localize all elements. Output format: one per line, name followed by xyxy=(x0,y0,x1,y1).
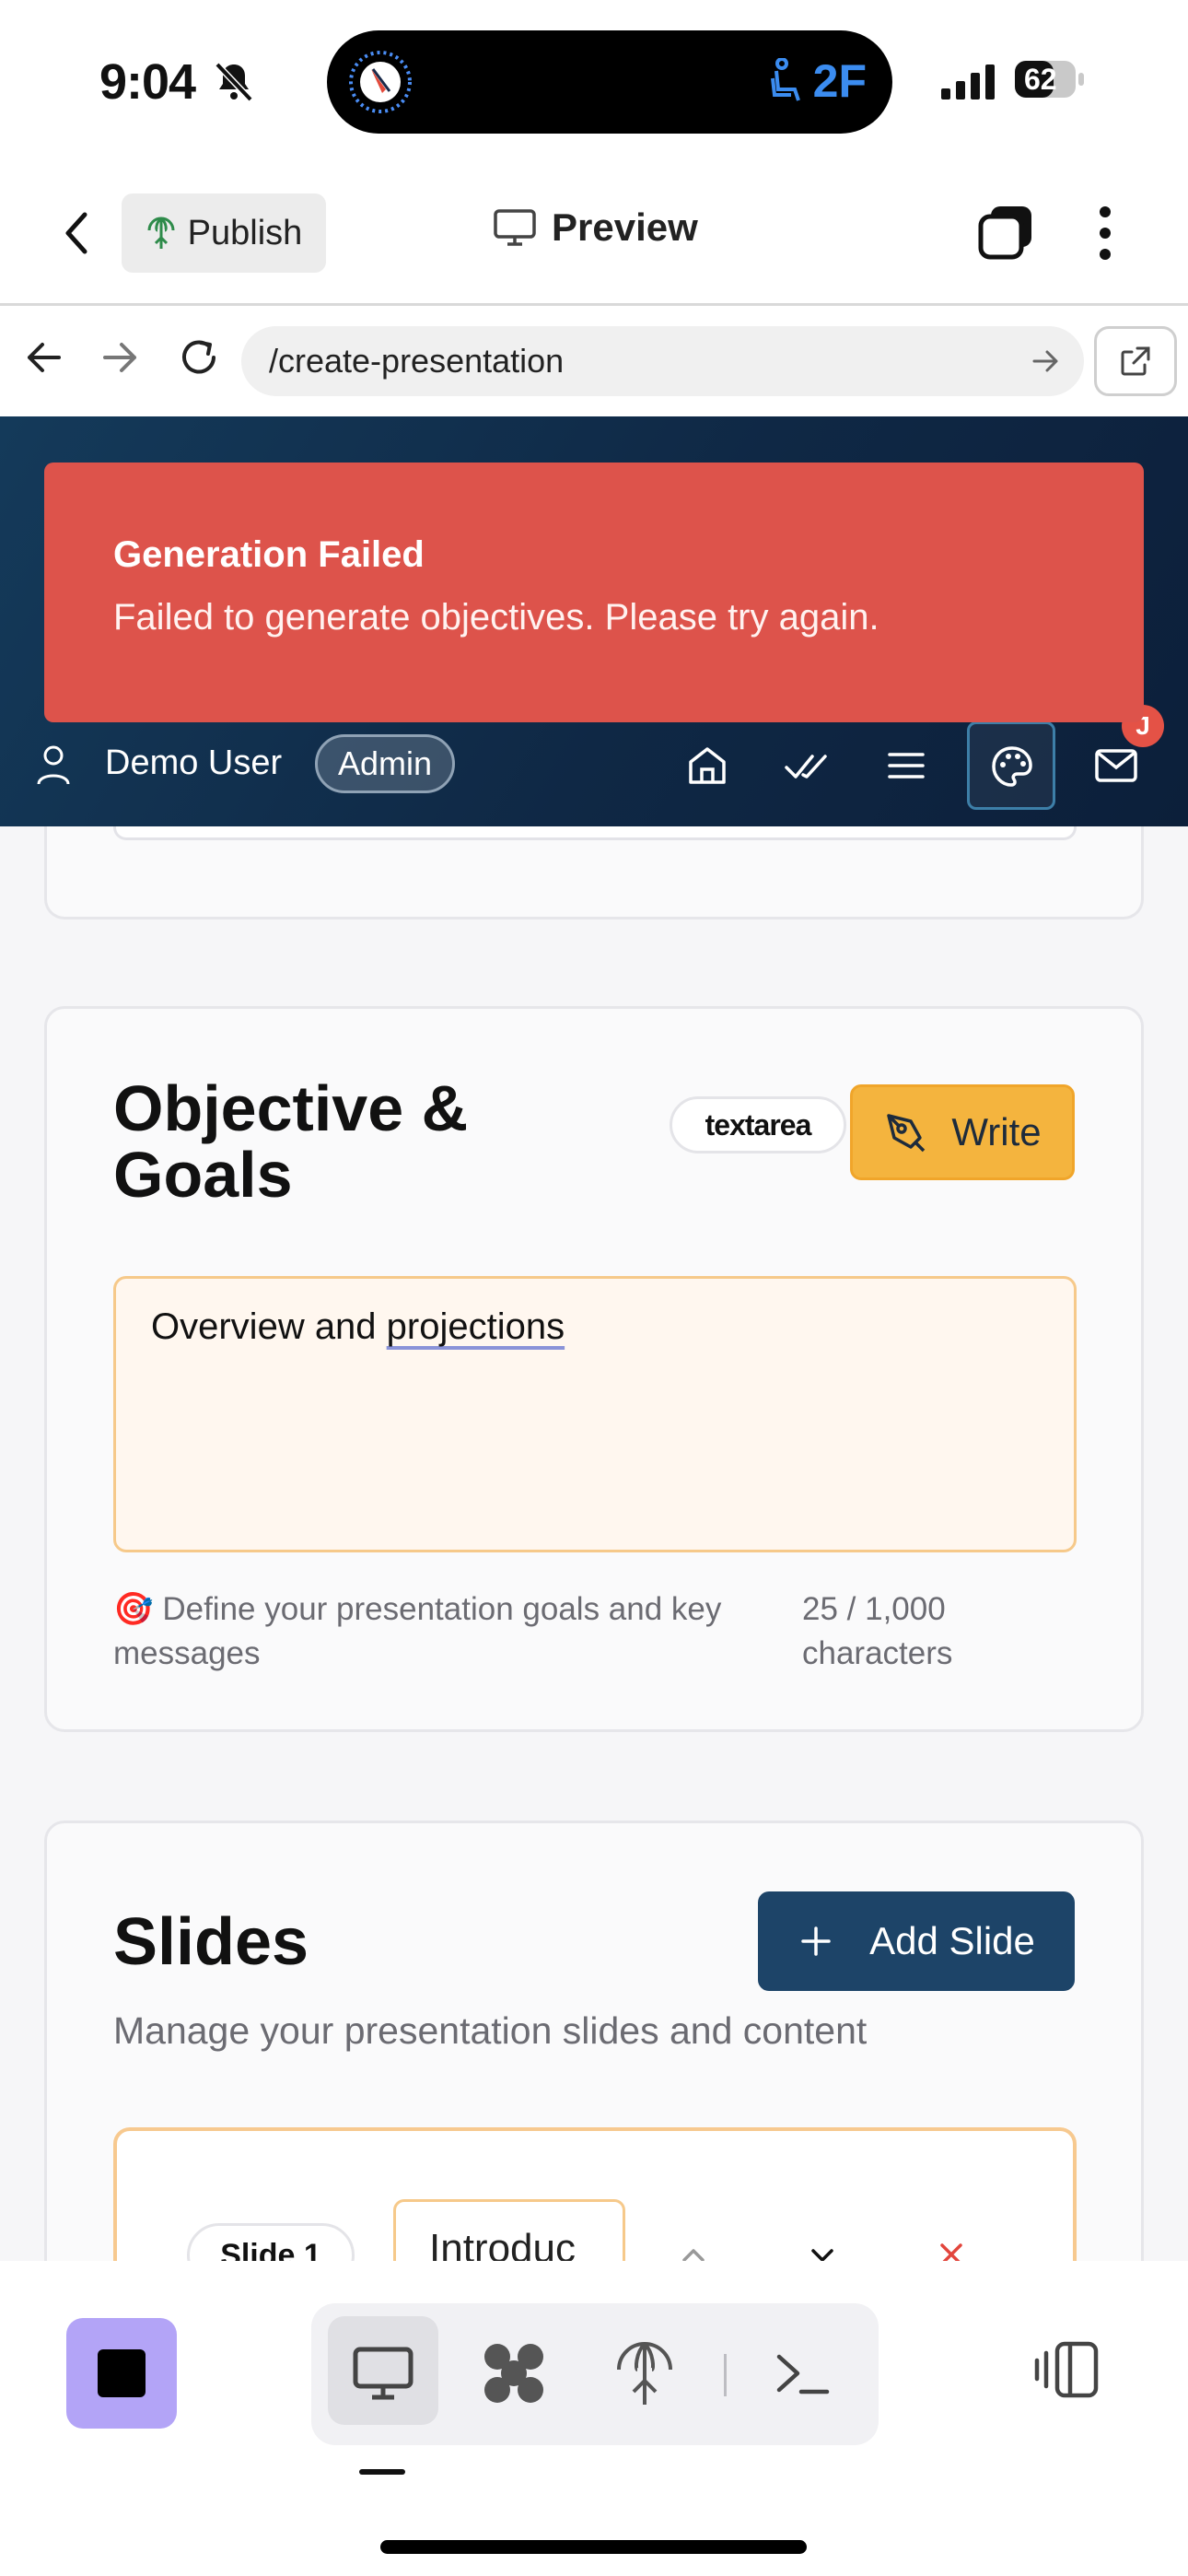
publish-button[interactable]: Publish xyxy=(122,193,326,273)
helper-text: Define your presentation goals and key m… xyxy=(113,1591,722,1671)
browser-back-icon[interactable] xyxy=(18,332,70,383)
field-type-badge: textarea xyxy=(670,1096,846,1153)
add-slide-button[interactable]: Add Slide xyxy=(758,1891,1075,1991)
url-field[interactable]: /create-presentation xyxy=(241,326,1084,396)
home-icon[interactable] xyxy=(683,742,731,790)
active-tab-indicator xyxy=(359,2469,405,2475)
spellcheck-word: projections xyxy=(386,1306,565,1347)
char-count: 25 / 1,000 characters xyxy=(802,1591,953,1671)
battery-icon: 62 xyxy=(1013,57,1087,101)
slides-title: Slides xyxy=(113,1905,309,1979)
signal-icon xyxy=(941,64,995,100)
browser-forward-icon[interactable] xyxy=(94,332,146,383)
preview-label: Preview xyxy=(552,205,698,249)
stop-icon xyxy=(98,2349,146,2397)
user-icon xyxy=(37,745,70,785)
slide-number-badge: Slide 1 xyxy=(187,2223,355,2261)
publish-icon xyxy=(147,217,175,249)
seat-icon xyxy=(770,58,800,101)
error-toast[interactable]: Generation Failed Failed to generate obj… xyxy=(44,463,1144,722)
page-content: Objective & Goals textarea Write Overvie… xyxy=(0,416,1188,2261)
objective-helper: 🎯 Define your presentation goals and key… xyxy=(113,1587,804,1676)
palette-icon xyxy=(992,746,1032,787)
objective-section: Objective & Goals textarea Write Overvie… xyxy=(44,1006,1144,1732)
double-check-icon[interactable] xyxy=(783,742,831,790)
seat-indicator: 2F xyxy=(769,54,867,108)
slides-section: Slides Add Slide Manage your presentatio… xyxy=(44,1821,1144,2261)
back-chevron-icon[interactable] xyxy=(55,207,99,259)
home-indicator xyxy=(380,2540,807,2554)
open-external-button[interactable] xyxy=(1094,326,1177,396)
go-arrow-icon[interactable] xyxy=(1029,345,1062,378)
segment-divider xyxy=(724,2354,727,2396)
delete-slide-icon[interactable] xyxy=(929,2232,973,2261)
move-up-icon[interactable] xyxy=(671,2232,716,2261)
status-bar: 9:04 2F 62 xyxy=(0,0,1188,161)
url-text: /create-presentation xyxy=(269,342,565,380)
add-slide-label: Add Slide xyxy=(869,1919,1035,1962)
stop-button[interactable] xyxy=(66,2318,177,2429)
activity-dial-icon xyxy=(349,51,412,113)
view-switcher xyxy=(311,2303,879,2445)
publish-icon[interactable] xyxy=(611,2340,678,2406)
side-panel-icon[interactable] xyxy=(1031,2338,1101,2401)
plus-icon xyxy=(801,1926,831,1956)
terminal-icon[interactable] xyxy=(770,2340,836,2406)
target-icon: 🎯 xyxy=(113,1591,154,1627)
move-down-icon[interactable] xyxy=(800,2232,844,2261)
slide-title-input[interactable]: Introduc xyxy=(393,2199,625,2261)
app-header: Publish Preview xyxy=(0,161,1188,306)
seat-label: 2F xyxy=(812,55,867,107)
user-nav-row: Demo User Admin J xyxy=(0,705,1188,817)
menu-icon[interactable] xyxy=(882,742,930,790)
silent-bell-icon xyxy=(215,62,253,102)
status-time: 9:04 xyxy=(99,54,196,110)
monitor-icon[interactable] xyxy=(350,2340,416,2406)
browser-bar: /create-presentation xyxy=(0,306,1188,416)
reload-icon[interactable] xyxy=(173,332,225,383)
more-menu-icon[interactable] xyxy=(1087,203,1124,263)
objective-textarea[interactable]: Overview and projections xyxy=(113,1276,1077,1552)
user-name: Demo User xyxy=(105,744,283,782)
external-link-icon xyxy=(1121,346,1150,376)
slides-subtitle: Manage your presentation slides and cont… xyxy=(113,2009,868,2052)
monitor-icon xyxy=(494,209,536,246)
objective-title: Objective & Goals xyxy=(113,1072,469,1211)
role-badge: Admin xyxy=(315,734,455,793)
bottom-toolbar xyxy=(0,2261,1188,2576)
mail-icon[interactable] xyxy=(1092,742,1140,790)
dynamic-island: 2F xyxy=(327,30,892,134)
publish-label: Publish xyxy=(187,213,303,252)
toast-message: Failed to generate objectives. Please tr… xyxy=(113,597,879,638)
preview-toggle[interactable]: Preview xyxy=(493,205,698,250)
toast-title: Generation Failed xyxy=(113,534,425,575)
write-label: Write xyxy=(951,1110,1042,1153)
theme-palette-button[interactable] xyxy=(967,721,1055,810)
tabs-icon[interactable] xyxy=(976,203,1035,262)
battery-level: 62 xyxy=(1024,63,1057,96)
slide-item: Slide 1 Introduc xyxy=(113,2127,1077,2261)
write-button[interactable]: Write xyxy=(850,1084,1075,1180)
components-icon[interactable] xyxy=(481,2340,547,2406)
objective-text: Overview and projections xyxy=(151,1306,565,1347)
pen-tool-icon xyxy=(887,1114,926,1153)
